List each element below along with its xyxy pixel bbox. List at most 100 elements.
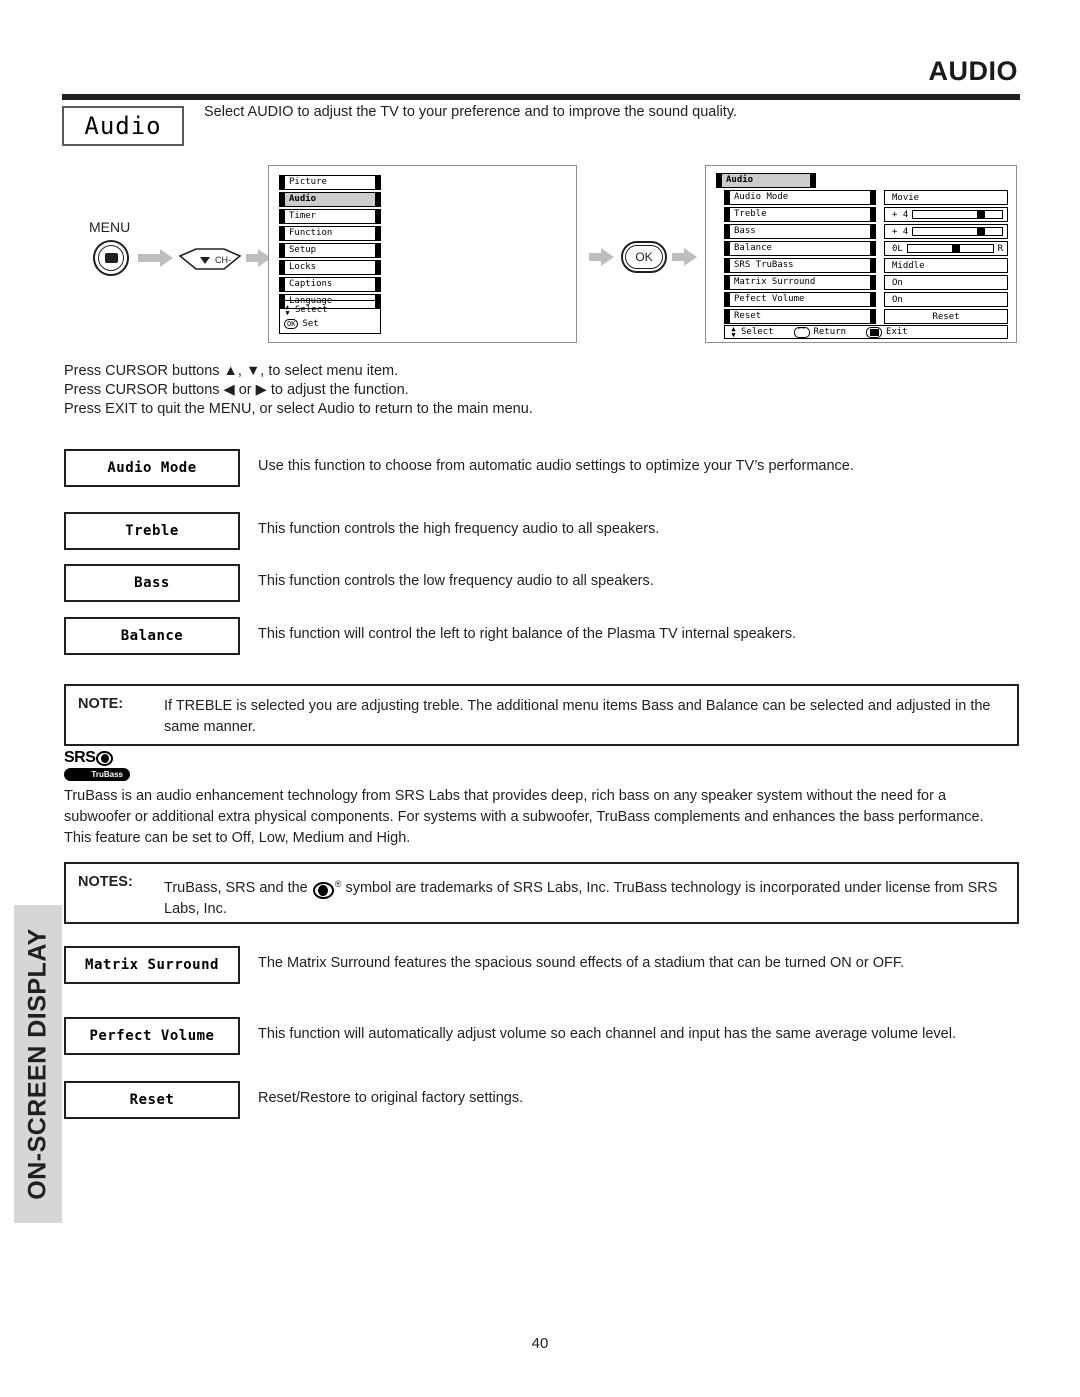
channel-down-rocker-shape: CH- bbox=[178, 248, 242, 270]
registered-mark: ® bbox=[334, 879, 342, 889]
note-box-treble: NOTE: If TREBLE is selected you are adju… bbox=[64, 684, 1019, 746]
function-name-balance: Balance bbox=[64, 617, 240, 655]
balance-slider-knob[interactable] bbox=[951, 245, 960, 252]
osd-main-item[interactable]: Setup bbox=[279, 243, 381, 258]
osd-audio-row[interactable]: Matrix Surround bbox=[724, 275, 876, 290]
function-desc-treble: This function controls the high frequenc… bbox=[258, 521, 660, 537]
osd-audio-label-balance: Balance bbox=[724, 241, 876, 256]
menu-icon bbox=[104, 253, 118, 263]
balance-left-label: 0L bbox=[892, 243, 903, 254]
function-desc-reset: Reset/Restore to original factory settin… bbox=[258, 1090, 524, 1106]
function-desc-perfect-volume: This function will automatically adjust … bbox=[258, 1026, 956, 1042]
osd-audio-row[interactable]: Balance bbox=[724, 241, 876, 256]
osd-audio-title-row: Audio bbox=[716, 173, 816, 188]
osd-audio-value-matrix-surround[interactable]: On bbox=[884, 275, 1008, 290]
osd-main-menu-list: Picture Audio Timer Function Setup Locks… bbox=[279, 175, 381, 311]
function-name-treble: Treble bbox=[64, 512, 240, 550]
osd-audio-value-balance[interactable]: 0L R bbox=[884, 241, 1008, 256]
osd-audio-value-reset[interactable]: Reset bbox=[884, 309, 1008, 324]
bass-slider-knob[interactable] bbox=[977, 228, 986, 235]
osd-main-item-function: Function bbox=[279, 226, 381, 241]
ok-button[interactable]: OK bbox=[621, 241, 667, 273]
flow-arrow-4 bbox=[684, 248, 697, 266]
function-desc-matrix-surround: The Matrix Surround features the spaciou… bbox=[258, 955, 905, 971]
osd-main-item-audio: Audio bbox=[279, 192, 381, 207]
bass-slider[interactable]: + 4 bbox=[892, 227, 1007, 237]
trubass-paragraph: TruBass is an audio enhancement technolo… bbox=[64, 788, 984, 846]
osd-audio-label-bass: Bass bbox=[724, 224, 876, 239]
srs-eye-dot bbox=[318, 885, 329, 896]
bass-slider-track[interactable] bbox=[912, 227, 1003, 236]
osd-hint-select-label: Select bbox=[295, 305, 328, 315]
osd-main-item[interactable]: Locks bbox=[279, 260, 381, 275]
cursor-instructions: Press CURSOR buttons ▲, ▼, to select men… bbox=[64, 362, 533, 419]
treble-value-label: + 4 bbox=[892, 209, 909, 220]
menu-button[interactable] bbox=[93, 240, 129, 276]
srs-wordmark: SRS bbox=[64, 749, 96, 766]
balance-slider[interactable]: 0L R bbox=[892, 244, 1007, 254]
up-down-arrow-icon: ▲ ▼ bbox=[285, 303, 290, 317]
cursor-instruction-line-3: Press EXIT to quit the MENU, or select A… bbox=[64, 401, 533, 417]
osd-main-item[interactable]: Timer bbox=[279, 209, 381, 224]
osd-hint-select: ▲ ▼ Select bbox=[284, 303, 380, 317]
osd-audio-value-perfect-volume[interactable]: On bbox=[884, 292, 1008, 307]
intro-description: Select AUDIO to adjust the TV to your pr… bbox=[204, 104, 738, 120]
exit-menu-icon bbox=[866, 326, 883, 338]
osd-main-item[interactable]: Captions bbox=[279, 277, 381, 292]
section-side-tab: ON-SCREEN DISPLAY bbox=[14, 905, 62, 1223]
function-name-reset: Reset bbox=[64, 1081, 240, 1119]
osd-main-item[interactable]: Picture bbox=[279, 175, 381, 190]
osd-audio-row[interactable]: SRS TruBass bbox=[724, 258, 876, 273]
flow-arrow-1 bbox=[160, 249, 173, 267]
osd-audio-values: Movie + 4 + 4 0L R Middle On On Reset bbox=[884, 190, 1008, 326]
osd-main-item-timer: Timer bbox=[279, 209, 381, 224]
osd-main-item-setup: Setup bbox=[279, 243, 381, 258]
osd-audio-value-bass[interactable]: + 4 bbox=[884, 224, 1008, 239]
cursor-instruction-line-2: Press CURSOR buttons ◀ or ▶ to adjust th… bbox=[64, 382, 409, 398]
osd-main-item-picture: Picture bbox=[279, 175, 381, 190]
channel-down-button[interactable]: CH- bbox=[178, 248, 242, 271]
osd-audio-hint-select-label: Select bbox=[741, 327, 774, 337]
osd-audio-label-matrix-surround: Matrix Surround bbox=[724, 275, 876, 290]
ok-chip-icon: OK bbox=[284, 319, 299, 329]
srs-wordmark-row: SRS bbox=[64, 750, 146, 766]
flow-arrow-1-tail bbox=[138, 254, 160, 262]
note-box-trademark: NOTES: TruBass, SRS and the ® symbol are… bbox=[64, 862, 1019, 924]
osd-hint-set-label: Set bbox=[302, 319, 319, 329]
osd-audio-hint-exit-label: Exit bbox=[886, 327, 908, 337]
osd-audio-value-audio-mode[interactable]: Movie bbox=[884, 190, 1008, 205]
osd-audio-value-treble[interactable]: + 4 bbox=[884, 207, 1008, 222]
osd-audio-row[interactable]: Treble bbox=[724, 207, 876, 222]
menu-button-label: MENU bbox=[89, 219, 131, 235]
function-name-bass: Bass bbox=[64, 564, 240, 602]
osd-audio-row[interactable]: Audio Mode bbox=[724, 190, 876, 205]
page-number: 40 bbox=[531, 1335, 549, 1352]
treble-slider-knob[interactable] bbox=[977, 211, 986, 218]
osd-hint-set: OK Set bbox=[284, 317, 380, 331]
srs-eye-icon bbox=[96, 750, 114, 766]
osd-main-hint-box: ▲ ▼ Select OK Set bbox=[279, 300, 381, 334]
osd-main-item[interactable]: Function bbox=[279, 226, 381, 241]
osd-audio-label-srs-trubass: SRS TruBass bbox=[724, 258, 876, 273]
osd-main-item[interactable]: Audio bbox=[279, 192, 381, 207]
note-text: If TREBLE is selected you are adjusting … bbox=[164, 698, 991, 735]
flow-arrow-3 bbox=[601, 248, 614, 266]
function-name-matrix-surround: Matrix Surround bbox=[64, 946, 240, 984]
osd-main-menu-panel: Picture Audio Timer Function Setup Locks… bbox=[268, 165, 577, 343]
menu-button-ring bbox=[98, 245, 124, 271]
osd-audio-row[interactable]: Bass bbox=[724, 224, 876, 239]
osd-audio-hint-exit: Exit bbox=[866, 326, 908, 338]
treble-slider-track[interactable] bbox=[912, 210, 1003, 219]
bass-value-label: + 4 bbox=[892, 226, 909, 237]
osd-main-item-captions: Captions bbox=[279, 277, 381, 292]
osd-audio-row[interactable]: Pefect Volume bbox=[724, 292, 876, 307]
audio-section-tag: Audio bbox=[62, 106, 184, 146]
srs-subbrand: TruBass bbox=[64, 768, 130, 781]
osd-audio-value-srs-trubass[interactable]: Middle bbox=[884, 258, 1008, 273]
osd-audio-title-label: Audio bbox=[716, 173, 816, 188]
balance-right-label: R bbox=[997, 243, 1003, 254]
treble-slider[interactable]: + 4 bbox=[892, 210, 1007, 220]
balance-slider-track[interactable] bbox=[906, 244, 994, 253]
osd-audio-row[interactable]: Reset bbox=[724, 309, 876, 324]
section-side-tab-label: ON-SCREEN DISPLAY bbox=[23, 928, 52, 1200]
